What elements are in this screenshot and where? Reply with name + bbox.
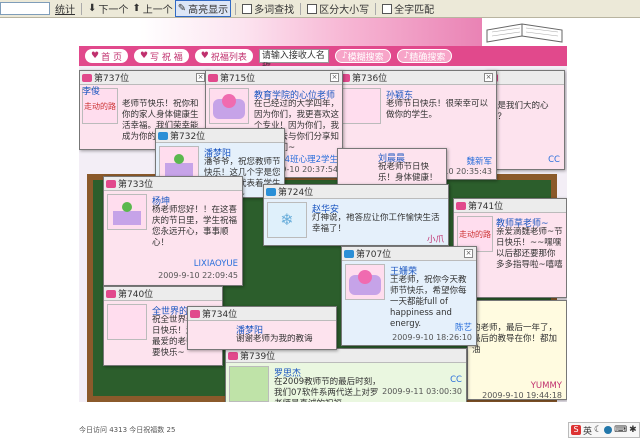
signature: YUMMY xyxy=(530,381,562,391)
message: 祝老师节日快乐！身体健康！ xyxy=(378,162,438,183)
avatar xyxy=(107,304,147,340)
nav-write-blessing[interactable]: ♥ 写 祝 福 xyxy=(133,49,189,63)
message: 灯神说，祂答应让你工作愉快生活幸福了！ xyxy=(312,213,440,234)
timestamp: 2009-9-10 18:26:10 xyxy=(392,333,472,342)
heart-icon xyxy=(82,73,92,82)
heart-icon xyxy=(158,131,168,140)
banner-gradient xyxy=(139,18,484,46)
sogou-icon: S xyxy=(571,425,581,435)
message: 在2009教师节的最后时刻，我们07软件系两代送上对罗老师最真诚的祝福。 xyxy=(274,377,381,402)
blessing-card[interactable]: 的老师，最后一年了，最后的教导在你！都加油 YUMMY 2009-9-10 19… xyxy=(467,300,567,400)
avatar xyxy=(107,194,147,230)
timestamp: 2009-9-11 03:00:30 xyxy=(382,387,462,396)
multi-word-checkbox[interactable]: 多词查找 xyxy=(240,1,296,16)
blessing-card[interactable]: 第724位 ❄ 赵华安 灯神说，祂答应让你工作愉快生活幸福了！ 小爪 xyxy=(263,184,449,246)
heart-icon xyxy=(106,179,116,188)
divider xyxy=(375,2,377,15)
signature: 魏新军 xyxy=(466,157,492,167)
divider xyxy=(235,2,237,15)
close-icon[interactable]: × xyxy=(464,249,473,258)
recipient-search-input[interactable]: 请输入接收人名称 xyxy=(258,49,329,73)
signature: 4班心理2学生 xyxy=(284,155,338,165)
timestamp: 2009-9-10 22:09:45 xyxy=(158,271,238,280)
message: 我是我们大的心愿？ xyxy=(489,101,549,122)
pencil-icon: ✎ xyxy=(177,3,187,14)
ime-lang[interactable]: 英 xyxy=(583,424,592,437)
message: 亲爱滴魏老师~节日快乐！~~嘿嘿 以后都还要那你多多指导啦~嘻嘻 xyxy=(496,227,563,270)
nav-home[interactable]: ♥ 首 页 xyxy=(85,49,128,63)
avatar xyxy=(341,88,381,124)
message: 老师节日快乐！很荣幸可以做你的学生。 xyxy=(386,99,489,120)
avatar xyxy=(345,264,385,300)
close-icon[interactable]: × xyxy=(330,73,339,82)
arrow-down-icon: ⬇ xyxy=(88,3,97,14)
exact-search-button[interactable]: ♪ 精确搜索 xyxy=(396,49,453,63)
avatar: ❄ xyxy=(267,202,307,238)
sender-name: 李俊 xyxy=(82,87,101,97)
message: 杨老师您好！！在这喜庆的节日里，学生祝福您永远开心，事事顺心！ xyxy=(152,205,238,248)
heart-icon xyxy=(344,249,354,258)
card-wall: 第737位 × 走动的路 李俊 老师节快乐！祝你和你的家人身体健康生活幸福。我们荣… xyxy=(79,66,567,402)
blessing-card[interactable]: 我是我们大的心愿？ CC xyxy=(485,70,565,170)
punctuation-icon xyxy=(604,426,613,434)
close-icon[interactable]: × xyxy=(484,73,493,82)
highlight-button[interactable]: ✎ 高亮显示 xyxy=(174,0,232,17)
signature: CC xyxy=(450,375,462,385)
close-icon[interactable]: × xyxy=(196,73,205,82)
settings-icon: ✱ xyxy=(629,425,637,435)
heart-icon xyxy=(208,73,218,82)
signature: 小爪 xyxy=(426,235,444,245)
heart-icon xyxy=(106,289,116,298)
keyboard-icon: ⌨ xyxy=(614,425,628,435)
ime-toolbar[interactable]: S 英 ☾ ⌨ ✱ xyxy=(568,422,640,438)
book-illustration xyxy=(482,18,567,46)
whole-word-checkbox[interactable]: 全字匹配 xyxy=(380,1,436,16)
prev-button[interactable]: ⬆ 上一个 xyxy=(130,1,174,16)
avatar xyxy=(229,366,269,402)
heart-icon: ♥ xyxy=(200,51,209,61)
stats-line: 今日访问 4313 今日祝福数 25 xyxy=(79,426,176,434)
timestamp: 2009-9-10 19:44:18 xyxy=(482,391,562,400)
heart-icon xyxy=(266,187,276,196)
find-input[interactable] xyxy=(0,2,50,15)
heart-icon xyxy=(228,351,238,360)
find-toolbar: 统计 ⬇ 下一个 ⬆ 上一个 ✎ 高亮显示 多词查找 区分大小写 全字匹配 xyxy=(0,0,640,18)
header-banner xyxy=(79,18,567,46)
blessing-card[interactable]: 第734位 潘梦阳 谢谢老师为我的教诲 xyxy=(187,306,337,350)
case-sensitive-checkbox[interactable]: 区分大小写 xyxy=(305,1,371,16)
nav-bar: ♥首 页 ♥写 祝 福 ♥祝福列表 请输入接收人名称 ♪模糊搜索 ♪精确搜索 xyxy=(79,46,567,73)
divider xyxy=(300,2,302,15)
signature: 陈艺 xyxy=(454,323,472,333)
arrow-up-icon: ⬆ xyxy=(132,3,141,14)
blessing-card[interactable]: 第739位 罗思杰 在2009教师节的最后时刻，我们07软件系两代送上对罗老师最… xyxy=(225,348,467,402)
count-button[interactable]: 统计 xyxy=(53,1,77,16)
signature: LIXIAOYUE xyxy=(193,259,238,269)
message: 的老师，最后一年了，最后的教导在你！都加油 xyxy=(472,323,558,355)
fuzzy-search-button[interactable]: ♪ 模糊搜索 xyxy=(334,49,391,63)
heart-icon xyxy=(190,309,200,318)
nav-blessing-list[interactable]: ♥ 祝福列表 xyxy=(194,49,253,63)
divider xyxy=(81,2,82,15)
moon-icon: ☾ xyxy=(594,425,603,435)
heart-icon: ♥ xyxy=(139,51,149,61)
heart-icon: ♥ xyxy=(91,51,100,61)
blessing-card[interactable]: 第733位 杨坤 杨老师您好！！在这喜庆的节日里，学生祝福您永远开心，事事顺心！… xyxy=(103,176,243,286)
svg-text:❄: ❄ xyxy=(280,210,293,229)
message: 谢谢老师为我的教诲 xyxy=(236,334,313,344)
next-button[interactable]: ⬇ 下一个 xyxy=(86,1,130,16)
signature: CC xyxy=(548,155,560,165)
blessing-card[interactable]: 第707位 × 王姗荣 王老师，祝你今天教师节快乐，希望你每一天都能full of… xyxy=(341,246,477,346)
heart-icon xyxy=(456,201,466,210)
avatar xyxy=(209,88,249,124)
site-stats: 今日访问 4313 今日祝福数 25 xyxy=(79,425,175,435)
